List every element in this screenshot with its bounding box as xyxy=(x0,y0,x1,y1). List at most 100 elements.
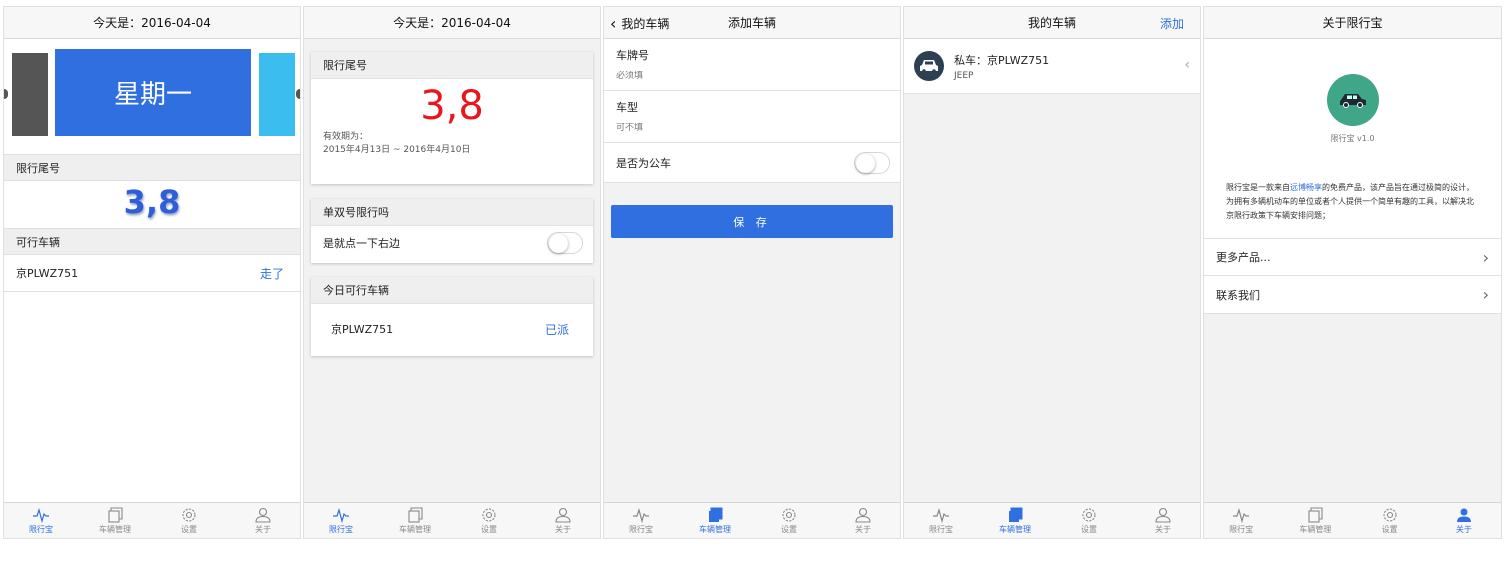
app-version: 限行宝 v1.0 xyxy=(1330,134,1375,143)
vehicle-go-button[interactable]: 走了 xyxy=(260,265,284,282)
tab-bar: 限行宝 车辆管理 设置 关于 xyxy=(604,502,900,538)
tab-label: 限行宝 xyxy=(629,524,653,534)
vehicle-row[interactable]: 京PLWZ751 已派 xyxy=(311,304,593,354)
tab-car-manage[interactable]: 车辆管理 xyxy=(78,503,152,538)
valid-range: 2015年4月13日 ~ 2016年4月10日 xyxy=(323,145,471,155)
carousel-card-current[interactable]: 星期一 xyxy=(55,49,251,136)
model-input[interactable] xyxy=(616,123,888,133)
valid-label: 有效期为： xyxy=(323,132,369,142)
weekday-carousel[interactable]: 星期一 xyxy=(4,39,300,154)
page-title: 我的车辆 xyxy=(1027,16,1076,30)
tab-car-manage[interactable]: 车辆管理 xyxy=(678,503,752,538)
section-header-limit: 限行尾号 xyxy=(4,154,300,181)
tab-pulse[interactable]: 限行宝 xyxy=(904,503,978,538)
plate-label: 车牌号 xyxy=(616,49,649,62)
tab-label: 限行宝 xyxy=(929,524,953,534)
tab-label: 关于 xyxy=(1455,524,1472,534)
about-header: 限行宝 v1.0 限行宝是一款来自远博畅享的免费产品，该产品旨在通过极简的设计，… xyxy=(1204,39,1501,239)
car-manage-icon xyxy=(106,506,124,524)
navbar: 今天是：2016-04-04 xyxy=(304,7,600,39)
chevron-left-icon: ‹ xyxy=(1184,57,1190,73)
vehicle-status[interactable]: 已派 xyxy=(545,321,569,338)
back-button[interactable]: ‹ 我的车辆 xyxy=(610,15,669,32)
carousel-card-next[interactable] xyxy=(259,53,295,136)
public-row: 是否为公车 xyxy=(604,143,900,183)
user-icon xyxy=(554,507,572,524)
gear-icon xyxy=(1381,507,1399,524)
tab-gear[interactable]: 设置 xyxy=(452,503,526,538)
pulse-icon xyxy=(932,507,950,524)
car-icon xyxy=(914,51,944,81)
tab-user[interactable]: 关于 xyxy=(826,503,900,538)
app-description: 限行宝是一款来自远博畅享的免费产品，该产品旨在通过极简的设计，为拥有多辆机动车的… xyxy=(1226,181,1479,223)
tab-pulse[interactable]: 限行宝 xyxy=(604,503,678,538)
pulse-icon xyxy=(632,507,650,524)
pulse-icon xyxy=(32,507,50,524)
tab-label: 车辆管理 xyxy=(399,524,431,534)
screen-about: 关于限行宝 限行宝 v1.0 限行宝是一款来自远博畅享的免费产品，该产品旨在通过… xyxy=(1203,6,1502,539)
tab-car-manage[interactable]: 车辆管理 xyxy=(378,503,452,538)
company-link[interactable]: 远博畅享 xyxy=(1290,183,1322,192)
gear-icon xyxy=(780,507,798,524)
tab-user[interactable]: 关于 xyxy=(226,503,300,538)
page-title: 添加车辆 xyxy=(727,16,776,30)
tab-bar: 限行宝 车辆管理 设置 关于 xyxy=(1204,502,1501,538)
card-title: 限行尾号 xyxy=(311,52,593,79)
tab-gear[interactable]: 设置 xyxy=(752,503,826,538)
vehicle-plate: 京PLWZ751 xyxy=(331,323,394,336)
gear-icon xyxy=(480,507,498,524)
tab-label: 关于 xyxy=(1155,524,1171,534)
chevron-left-icon: ‹ xyxy=(610,13,617,33)
pulse-icon xyxy=(1232,507,1250,524)
carousel-card-prev[interactable] xyxy=(12,53,48,136)
tab-label: 车辆管理 xyxy=(699,524,731,534)
limit-numbers: 3,8 xyxy=(123,183,181,221)
tab-pulse[interactable]: 限行宝 xyxy=(1204,503,1278,538)
menu-more-products[interactable]: 更多产品... › xyxy=(1204,238,1501,276)
oddeven-card: 单双号限行吗 是就点一下右边 xyxy=(311,199,593,263)
oddeven-row: 是就点一下右边 xyxy=(311,226,593,260)
tab-car-manage[interactable]: 车辆管理 xyxy=(978,503,1052,538)
carousel-next-arrow[interactable] xyxy=(296,89,300,99)
tab-label: 设置 xyxy=(1081,524,1097,534)
tab-label: 设置 xyxy=(481,524,497,534)
tab-bar: 限行宝 车辆管理 设置 关于 xyxy=(904,502,1200,538)
user-icon xyxy=(1154,507,1172,524)
screen-home-alt: 今天是：2016-04-04 限行尾号 3,8 有效期为： 2015年4月13日… xyxy=(303,6,601,539)
tab-user[interactable]: 关于 xyxy=(1126,503,1200,538)
model-label: 车型 xyxy=(616,101,638,114)
vehicle-name: 私车：京PLWZ751 xyxy=(954,53,1050,67)
tab-user[interactable]: 关于 xyxy=(1427,503,1501,538)
plate-input[interactable] xyxy=(616,71,888,81)
tab-pulse[interactable]: 限行宝 xyxy=(4,503,78,538)
navbar: 关于限行宝 xyxy=(1204,7,1501,39)
vehicle-row[interactable]: 京PLWZ751 走了 xyxy=(4,255,300,292)
back-label: 我的车辆 xyxy=(621,17,670,31)
tab-label: 限行宝 xyxy=(329,524,353,534)
oddeven-toggle[interactable] xyxy=(547,232,583,254)
public-toggle[interactable] xyxy=(854,151,890,174)
vehicle-list-item[interactable]: 私车：京PLWZ751 JEEP ‹ xyxy=(904,39,1200,94)
carousel-prev-arrow[interactable] xyxy=(4,89,8,99)
save-button[interactable]: 保 存 xyxy=(611,205,893,238)
chevron-right-icon: › xyxy=(1482,247,1489,267)
tab-bar: 限行宝 车辆管理 设置 关于 xyxy=(4,502,300,538)
tab-gear[interactable]: 设置 xyxy=(1052,503,1126,538)
card-title: 单双号限行吗 xyxy=(311,199,593,226)
tab-label: 关于 xyxy=(555,524,571,534)
user-icon xyxy=(1455,507,1473,524)
screen-add-vehicle: ‹ 我的车辆 添加车辆 车牌号 车型 是否为公车 保 存 限行宝 车辆管理 设置 关于 xyxy=(603,6,901,539)
page-title: 今天是：2016-04-04 xyxy=(93,16,211,30)
plate-field: 车牌号 xyxy=(604,39,900,91)
tab-gear[interactable]: 设置 xyxy=(1353,503,1427,538)
tab-pulse[interactable]: 限行宝 xyxy=(304,503,378,538)
tab-car-manage[interactable]: 车辆管理 xyxy=(1278,503,1352,538)
add-button[interactable]: 添加 xyxy=(1160,15,1184,32)
menu-contact-us[interactable]: 联系我们 › xyxy=(1204,276,1501,314)
car-manage-icon xyxy=(706,507,724,524)
tab-label: 设置 xyxy=(1381,524,1398,534)
weekday-label: 星期一 xyxy=(113,80,192,110)
tab-user[interactable]: 关于 xyxy=(526,503,600,538)
navbar: 我的车辆 添加 xyxy=(904,7,1200,39)
tab-gear[interactable]: 设置 xyxy=(152,503,226,538)
